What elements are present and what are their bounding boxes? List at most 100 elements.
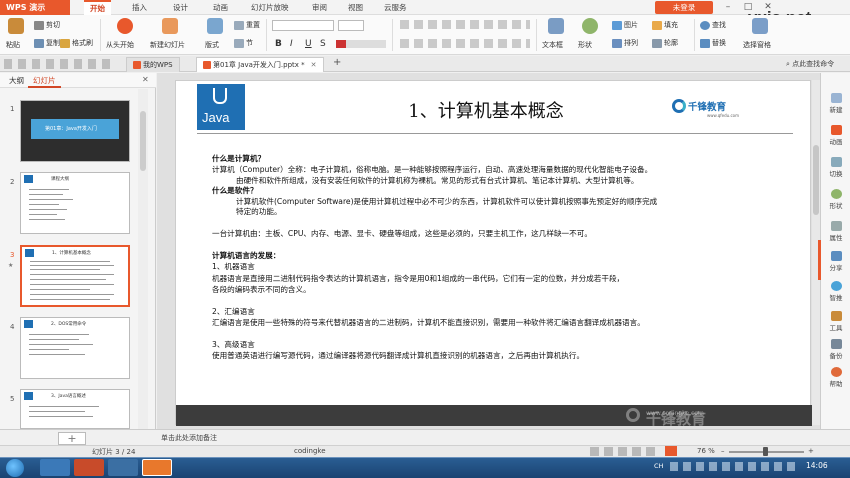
italic-button[interactable]: I [290, 39, 293, 49]
java-logo: Java [197, 84, 245, 130]
new-panel-button[interactable]: 新建 [821, 93, 850, 114]
zoom-in-icon[interactable]: + [808, 447, 814, 455]
shape-panel-button[interactable]: 形状 [821, 189, 850, 210]
select-pane-icon[interactable] [752, 18, 768, 34]
backup-icon [830, 339, 842, 349]
outline-button[interactable]: 轮廓 [652, 38, 678, 48]
tools-panel-button[interactable]: 工具 [821, 311, 850, 332]
underline-button[interactable]: U [305, 39, 312, 49]
tab-slideshow[interactable]: 幻灯片放映 [245, 0, 295, 15]
tab-animation[interactable]: 动画 [207, 0, 234, 15]
tab-review[interactable]: 审阅 [306, 0, 333, 15]
toolbox-icon [830, 311, 842, 321]
slide-thumbnail-1[interactable]: 第01章：Java开发入门 [20, 100, 130, 162]
play-from-start-icon[interactable] [117, 18, 133, 34]
thumbnail-scrollbar-thumb[interactable] [140, 111, 146, 171]
slide-thumbnail-3[interactable]: 1、计算机基本概念 [20, 245, 130, 307]
view-mode-buttons[interactable] [590, 447, 658, 456]
paragraph-tools[interactable] [400, 20, 530, 29]
app-menu-button[interactable]: WPS 演示 [0, 0, 70, 15]
backup-panel-button[interactable]: 备份 [821, 339, 850, 360]
slide-title[interactable]: 1、计算机基本概念 [356, 97, 616, 123]
new-slide-icon[interactable] [162, 18, 178, 34]
command-search[interactable]: ⌕ 点此查找命令 [786, 59, 834, 69]
thumbnail-number: 2 [10, 178, 15, 186]
textbox-button[interactable]: 文本框 [542, 40, 563, 50]
picture-button[interactable]: 图片 [612, 20, 638, 30]
share-panel-button[interactable]: 分享 [821, 251, 850, 272]
arrange-button[interactable]: 排列 [612, 38, 638, 48]
system-tray-icons[interactable] [670, 462, 798, 471]
properties-panel-button[interactable]: 属性 [821, 221, 850, 242]
taskbar-folder-icon[interactable] [108, 459, 138, 476]
tab-view[interactable]: 视图 [342, 0, 369, 15]
thumbnail-title: 3、Java语言概述 [51, 394, 86, 399]
taskbar-wps-icon[interactable] [142, 459, 172, 476]
share-icon [830, 251, 842, 261]
layout-button[interactable]: 版式 [205, 40, 219, 50]
close-panel-icon[interactable]: ✕ [142, 75, 149, 84]
animation-icon [830, 125, 842, 135]
smart-panel-button[interactable]: 智推 [821, 281, 850, 302]
zoom-slider-handle[interactable] [763, 447, 768, 456]
taskbar-ie-icon[interactable] [40, 459, 70, 476]
brand-logo-icon [672, 99, 686, 113]
shadow-button[interactable]: S [320, 39, 326, 49]
quick-access-toolbar[interactable] [4, 59, 114, 69]
minimize-icon[interactable]: – [718, 0, 738, 15]
font-color-bar[interactable] [336, 40, 386, 48]
shape-icon[interactable] [582, 18, 598, 34]
copy-button[interactable]: 复制 [34, 38, 60, 48]
add-slide-button[interactable]: + [58, 432, 86, 445]
slideshow-play-icon[interactable] [665, 446, 677, 456]
notes-placeholder[interactable]: 单击此处添加备注 [161, 433, 217, 443]
taskbar-browser-icon[interactable] [74, 459, 104, 476]
slide-thumbnail-4[interactable]: 2、DOS常用命令 [20, 317, 130, 379]
tab-slides[interactable]: 幻灯片 [28, 73, 61, 88]
canvas-scrollbar-thumb[interactable] [813, 145, 819, 215]
current-slide[interactable]: Java 1、计算机基本概念 千锋教育 www.qfedu.com 什么是计算机… [175, 80, 812, 428]
shape-button[interactable]: 形状 [578, 40, 592, 50]
start-button[interactable] [6, 459, 24, 477]
zoom-out-icon[interactable]: – [721, 447, 725, 455]
cut-button[interactable]: 剪切 [34, 20, 60, 30]
login-button[interactable]: 未登录 [655, 1, 713, 14]
animation-panel-button[interactable]: 动画 [821, 125, 850, 146]
thumbnail-title: 第01章：Java开发入门 [45, 126, 97, 132]
section-button[interactable]: 节 [234, 38, 253, 48]
slide-thumbnail-2[interactable]: 课程大纲 [20, 172, 130, 234]
transition-panel-button[interactable]: 切换 [821, 157, 850, 178]
font-name-select[interactable] [272, 20, 334, 31]
tab-design[interactable]: 设计 [167, 0, 194, 15]
paste-button[interactable]: 粘贴 [6, 40, 20, 50]
close-tab-icon[interactable]: ✕ [311, 61, 317, 69]
paste-icon[interactable] [8, 18, 24, 34]
tab-current-document[interactable]: 第01章 Java开发入门.pptx * ✕ [196, 57, 324, 72]
replace-button[interactable]: 替换 [700, 38, 726, 48]
reset-button[interactable]: 重置 [234, 20, 260, 30]
format-painter-button[interactable]: 格式刷 [60, 38, 93, 48]
fill-button[interactable]: 填充 [652, 20, 678, 30]
help-panel-button[interactable]: 帮助 [821, 367, 850, 388]
tab-my-wps[interactable]: 我的WPS [126, 57, 180, 72]
tab-outline[interactable]: 大纲 [4, 73, 29, 88]
tab-insert[interactable]: 插入 [126, 0, 153, 15]
textbox-icon[interactable] [548, 18, 564, 34]
alignment-tools[interactable] [400, 39, 530, 48]
new-slide-button[interactable]: 新建幻灯片 [150, 40, 185, 50]
tab-home[interactable]: 开始 [84, 0, 111, 15]
slide-thumbnail-5[interactable]: 3、Java语言概述 [20, 389, 130, 429]
input-language[interactable]: CH [654, 462, 663, 470]
panel-active-indicator [818, 240, 821, 280]
select-pane-button[interactable]: 选择窗格 [743, 40, 771, 50]
layout-icon [207, 18, 223, 34]
tab-cloud[interactable]: 云服务 [378, 0, 413, 15]
new-tab-icon[interactable]: + [333, 57, 341, 68]
font-size-select[interactable] [338, 20, 364, 31]
slide-text-line: 特定的功能。 [236, 207, 282, 216]
brush-icon [60, 38, 70, 48]
find-button[interactable]: 查找 [700, 20, 726, 30]
panel-tabs: 大纲 幻灯片 ✕ [0, 73, 156, 88]
bold-button[interactable]: B [275, 39, 282, 49]
from-start-button[interactable]: 从头开始 [106, 40, 134, 50]
